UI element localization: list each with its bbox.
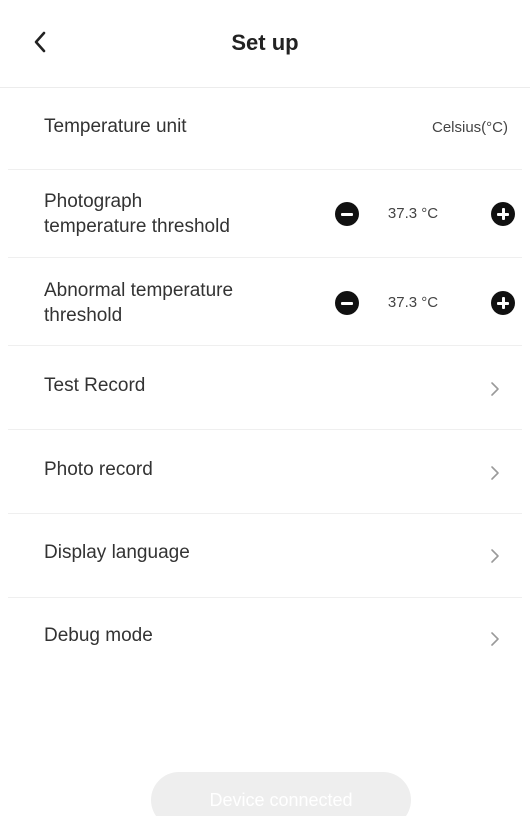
nav-item-label: Debug mode [44,625,153,646]
photograph-threshold-row: Photograph temperature threshold 37.3 °C [8,170,522,258]
nav-item-photo-record[interactable]: Photo record [8,430,522,514]
abnormal-threshold-decrement-button[interactable] [335,291,359,315]
abnormal-threshold-label-line1: Abnormal temperature [44,280,234,301]
photograph-threshold-label-line1: Photograph [44,191,143,212]
chevron-right-icon [491,549,499,563]
nav-item-label: Test Record [44,375,146,396]
nav-item-label: Display language [44,542,190,563]
header-bar: Set up [0,0,530,88]
photograph-threshold-increment-button[interactable] [491,202,515,226]
abnormal-threshold-label: Abnormal temperature threshold [44,278,233,328]
abnormal-threshold-row: Abnormal temperature threshold 37.3 °C [8,258,522,346]
photograph-threshold-label: Photograph temperature threshold [44,189,230,239]
abnormal-threshold-increment-button[interactable] [491,291,515,315]
chevron-right-icon [491,382,499,396]
nav-item-label: Photo record [44,459,153,480]
nav-item-debug-mode[interactable]: Debug mode [8,598,522,682]
nav-item-display-language[interactable]: Display language [8,514,522,598]
photograph-threshold-value: 37.3 °C [387,205,439,222]
abnormal-threshold-label-line2: threshold [44,305,123,326]
page-title: Set up [231,30,299,55]
photograph-threshold-decrement-button[interactable] [335,202,359,226]
temperature-unit-label: Temperature unit [44,116,187,137]
settings-screen: Set up Temperature unit Celsius(°C) Phot… [0,0,530,816]
temperature-unit-value: Celsius(°C) [431,119,508,136]
abnormal-threshold-value: 37.3 °C [387,294,439,311]
chevron-right-icon [491,466,499,480]
chevron-right-icon [491,632,499,646]
device-connected-button[interactable]: Device connected [151,772,411,816]
photograph-threshold-label-line2: temperature threshold [44,216,230,237]
temperature-unit-row[interactable]: Temperature unit Celsius(°C) [8,88,522,170]
nav-item-test-record[interactable]: Test Record [8,346,522,430]
